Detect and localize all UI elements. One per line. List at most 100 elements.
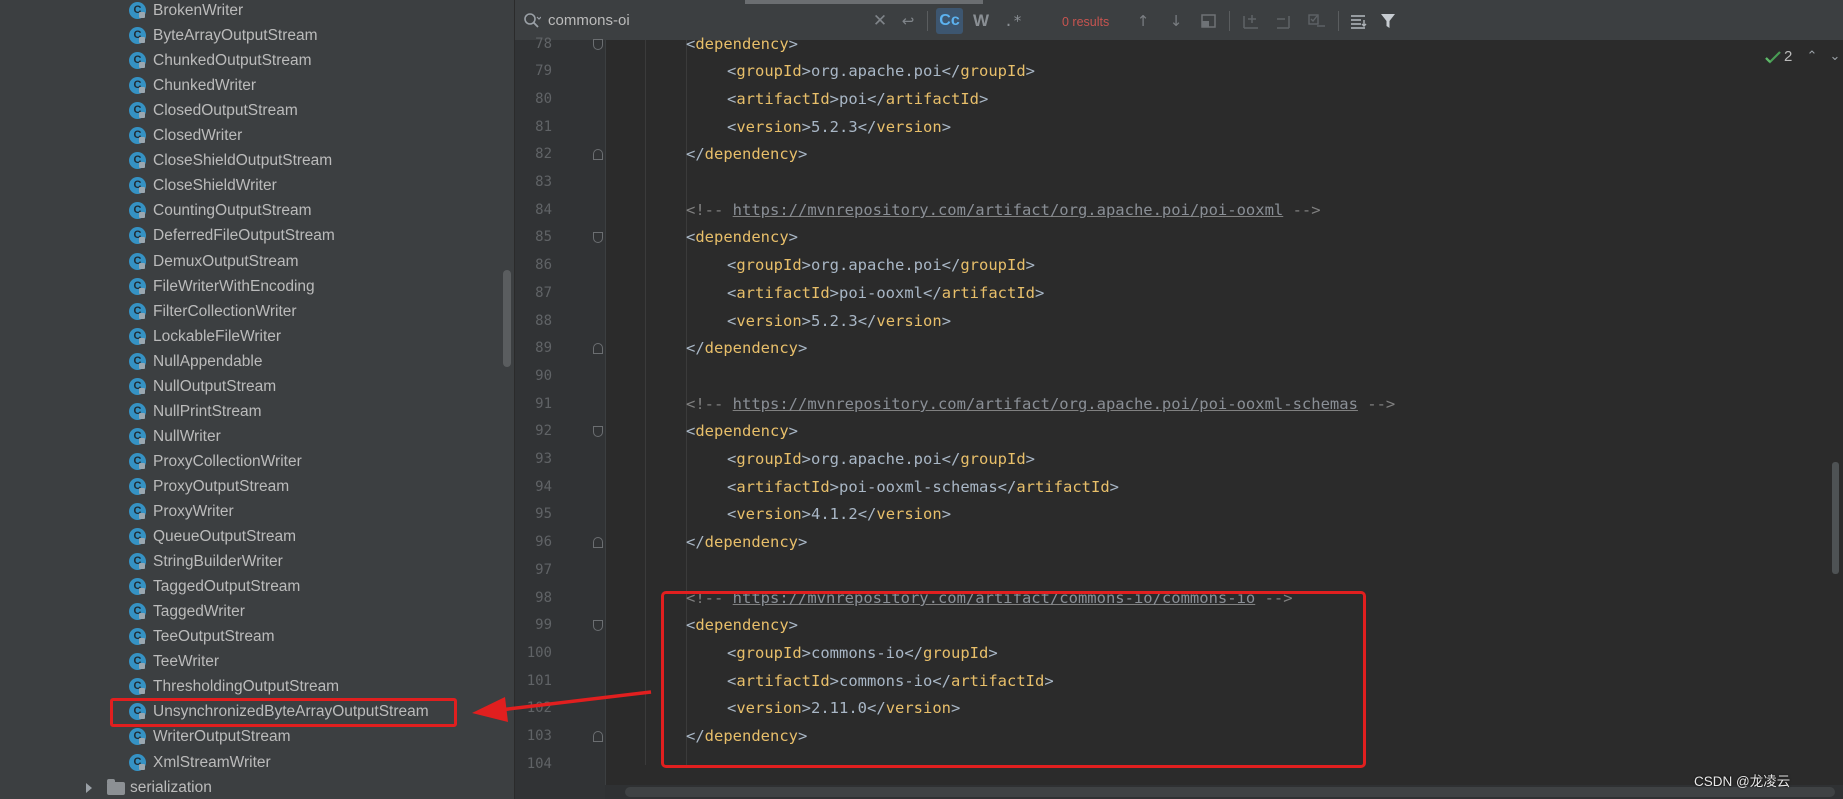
fold-start-icon[interactable] (593, 426, 603, 437)
tree-item[interactable]: FilterCollectionWriter (0, 299, 500, 324)
funnel-filter-icon[interactable] (1378, 8, 1398, 34)
fold-end-icon[interactable] (593, 537, 603, 548)
tree-item[interactable]: StringBuilderWriter (0, 549, 500, 574)
code-line[interactable]: <groupId>org.apache.poi</groupId> (727, 59, 1035, 83)
tree-item[interactable]: ProxyOutputStream (0, 474, 500, 499)
tree-item[interactable]: ClosedWriter (0, 123, 500, 148)
line-number[interactable]: 86 (515, 255, 552, 275)
line-number[interactable]: 96 (515, 532, 552, 552)
tree-item[interactable]: ProxyWriter (0, 499, 500, 524)
code-line[interactable]: </dependency> (686, 530, 807, 554)
code-line[interactable]: <groupId>org.apache.poi</groupId> (727, 253, 1035, 277)
tree-item[interactable]: CloseShieldWriter (0, 173, 500, 198)
code-line[interactable]: <dependency> (686, 225, 798, 249)
tree-item[interactable]: TeeWriter (0, 649, 500, 674)
code-line[interactable]: </dependency> (686, 142, 807, 166)
select-all-occurrences-icon[interactable] (1199, 8, 1219, 34)
exclude-occurrence-icon[interactable] (1306, 8, 1328, 34)
tree-item[interactable]: ThresholdingOutputStream (0, 674, 500, 699)
code-line[interactable]: <dependency> (686, 419, 798, 443)
tree-item[interactable]: TaggedWriter (0, 599, 500, 624)
tree-item[interactable]: ProxyCollectionWriter (0, 449, 500, 474)
code-line[interactable]: <version>4.1.2</version> (727, 502, 951, 526)
line-number[interactable]: 104 (515, 754, 552, 774)
clear-search-icon[interactable]: ✕ (872, 8, 888, 34)
inspection-count[interactable]: 2 (1784, 47, 1792, 67)
fold-end-icon[interactable] (593, 343, 603, 354)
line-number[interactable]: 83 (515, 172, 552, 192)
fold-end-icon[interactable] (593, 149, 603, 160)
next-highlight-icon[interactable]: ⌄ (1827, 49, 1843, 65)
fold-end-icon[interactable] (593, 731, 603, 742)
line-number[interactable]: 80 (515, 89, 552, 109)
line-number[interactable]: 103 (515, 726, 552, 746)
previous-highlight-icon[interactable]: ⌃ (1804, 49, 1820, 65)
tree-item[interactable]: TeeOutputStream (0, 624, 500, 649)
code-line[interactable]: <artifactId>poi-ooxml</artifactId> (727, 281, 1044, 305)
fold-start-icon[interactable] (593, 232, 603, 243)
line-number[interactable]: 78 (515, 34, 552, 54)
tree-item[interactable]: TaggedOutputStream (0, 574, 500, 599)
tree-item[interactable]: DeferredFileOutputStream (0, 223, 500, 248)
editor-vertical-scrollbar[interactable] (1832, 462, 1839, 574)
tree-item[interactable]: DemuxOutputStream (0, 249, 500, 274)
editor-horizontal-scrollbar[interactable] (625, 787, 1835, 797)
tree-item[interactable]: ClosedOutputStream (0, 98, 500, 123)
search-icon[interactable] (523, 12, 541, 30)
line-number[interactable]: 92 (515, 421, 552, 441)
tree-item[interactable]: WriterOutputStream (0, 724, 500, 749)
tree-item[interactable]: XmlStreamWriter (0, 750, 500, 775)
next-occurrence-icon[interactable]: ↓ (1166, 8, 1186, 34)
previous-occurrence-icon[interactable]: ↑ (1133, 8, 1153, 34)
search-input[interactable] (548, 8, 868, 32)
line-number[interactable]: 100 (515, 643, 552, 663)
tree-item[interactable]: NullWriter (0, 424, 500, 449)
fold-start-icon[interactable] (593, 620, 603, 631)
code-line[interactable]: <artifactId>poi-ooxml-schemas</artifactI… (727, 475, 1119, 499)
tree-item[interactable]: NullOutputStream (0, 374, 500, 399)
tree-folder[interactable]: serialization (0, 775, 500, 799)
line-number[interactable]: 84 (515, 200, 552, 220)
project-tree-scrollbar[interactable] (503, 270, 511, 367)
tree-item[interactable]: ChunkedOutputStream (0, 48, 500, 73)
code-line[interactable]: <version>5.2.3</version> (727, 309, 951, 333)
line-number[interactable]: 97 (515, 560, 552, 580)
tree-item[interactable]: NullPrintStream (0, 399, 500, 424)
regex-toggle[interactable]: .* (1000, 8, 1026, 34)
comment-link[interactable]: https://mvnrepository.com/artifact/org.a… (733, 395, 1358, 413)
tree-item[interactable]: BrokenWriter (0, 0, 500, 23)
add-occurrence-icon[interactable] (1240, 8, 1262, 34)
line-number[interactable]: 95 (515, 504, 552, 524)
whole-words-toggle[interactable]: W (968, 8, 994, 34)
line-number[interactable]: 93 (515, 449, 552, 469)
line-number[interactable]: 98 (515, 588, 552, 608)
line-number[interactable]: 82 (515, 144, 552, 164)
line-number[interactable]: 87 (515, 283, 552, 303)
chevron-right-icon[interactable] (86, 783, 92, 793)
tree-item[interactable]: ChunkedWriter (0, 73, 500, 98)
code-line[interactable]: <artifactId>poi</artifactId> (727, 87, 988, 111)
line-number[interactable]: 89 (515, 338, 552, 358)
line-number[interactable]: 99 (515, 615, 552, 635)
match-case-toggle[interactable]: Cc (936, 8, 963, 34)
filter-options-icon[interactable] (1348, 8, 1370, 34)
code-line[interactable]: </dependency> (686, 336, 807, 360)
comment-link[interactable]: https://mvnrepository.com/artifact/org.a… (733, 201, 1284, 219)
code-line[interactable]: <groupId>org.apache.poi</groupId> (727, 447, 1035, 471)
code-line[interactable]: <!-- https://mvnrepository.com/artifact/… (686, 392, 1395, 416)
tree-item[interactable]: CloseShieldOutputStream (0, 148, 500, 173)
line-number[interactable]: 94 (515, 477, 552, 497)
new-line-icon[interactable]: ↩ (898, 8, 918, 34)
code-line[interactable]: <version>5.2.3</version> (727, 115, 951, 139)
line-number[interactable]: 90 (515, 366, 552, 386)
line-number[interactable]: 88 (515, 311, 552, 331)
line-number[interactable]: 81 (515, 117, 552, 137)
tree-item[interactable]: LockableFileWriter (0, 324, 500, 349)
check-mark-icon[interactable] (1765, 51, 1781, 64)
remove-occurrence-icon[interactable] (1273, 8, 1295, 34)
line-number[interactable]: 101 (515, 671, 552, 691)
line-number[interactable]: 91 (515, 394, 552, 414)
tree-item[interactable]: CountingOutputStream (0, 198, 500, 223)
line-number[interactable]: 102 (515, 698, 552, 718)
tree-item[interactable]: FileWriterWithEncoding (0, 274, 500, 299)
